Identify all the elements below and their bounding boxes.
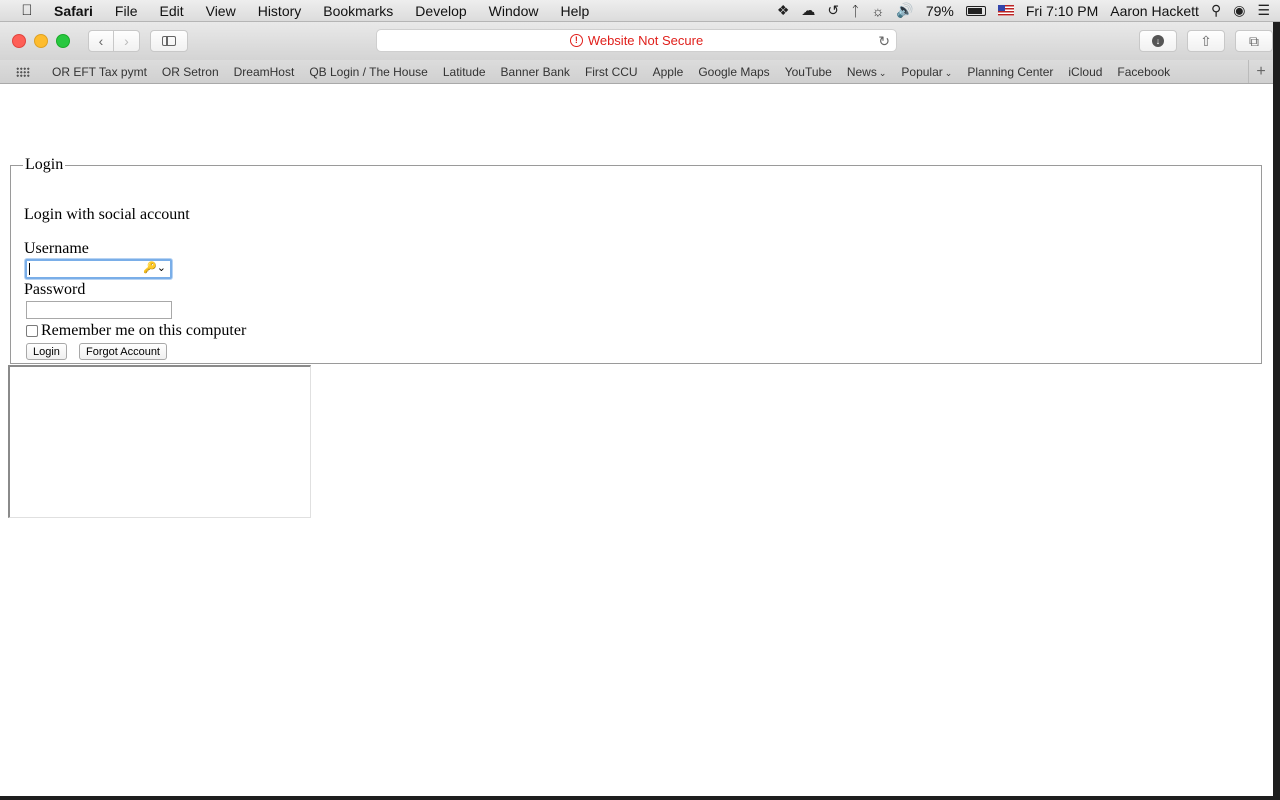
browser-toolbar: ‹ › ! Website Not Secure ↻ ↓ ⇧ ⧉ bbox=[0, 22, 1273, 60]
password-label: Password bbox=[24, 281, 86, 298]
menu-bookmarks[interactable]: Bookmarks bbox=[323, 3, 393, 19]
bookmark-first-ccu[interactable]: First CCU bbox=[585, 65, 638, 79]
warning-icon: ! bbox=[569, 34, 583, 47]
chevron-down-icon: ⌄ bbox=[944, 67, 953, 78]
download-icon: ↓ bbox=[1152, 35, 1164, 47]
bookmark-planning-center[interactable]: Planning Center bbox=[967, 65, 1053, 79]
share-icon: ⇧ bbox=[1200, 32, 1212, 49]
navigation-buttons: ‹ › bbox=[88, 30, 140, 52]
macos-menu-bar:  Safari File Edit View History Bookmark… bbox=[0, 0, 1280, 22]
bookmark-youtube[interactable]: YouTube bbox=[785, 65, 832, 79]
fullscreen-window-button[interactable] bbox=[56, 34, 70, 48]
bookmarks-bar: OR EFT Tax pymt OR Setron DreamHost QB L… bbox=[0, 60, 1273, 84]
text-caret bbox=[29, 263, 30, 275]
menu-help[interactable]: Help bbox=[560, 3, 589, 19]
creative-cloud-icon[interactable]: ☁ bbox=[801, 2, 815, 19]
bookmark-or-eft[interactable]: OR EFT Tax pymt bbox=[52, 65, 147, 79]
forgot-account-button[interactable]: Forgot Account bbox=[79, 343, 167, 360]
back-button[interactable]: ‹ bbox=[88, 30, 114, 52]
downloads-button[interactable]: ↓ bbox=[1139, 30, 1177, 52]
password-input[interactable] bbox=[26, 301, 172, 319]
tabs-overview-button[interactable]: ⧉ bbox=[1235, 30, 1273, 52]
chevron-left-icon: ‹ bbox=[98, 33, 104, 49]
tabs-icon: ⧉ bbox=[1249, 32, 1259, 49]
login-fieldset: Login Login with social account Username… bbox=[10, 156, 1262, 364]
bookmark-or-setron[interactable]: OR Setron bbox=[162, 65, 219, 79]
battery-percent[interactable]: 79% bbox=[926, 3, 954, 19]
login-legend: Login bbox=[25, 156, 64, 173]
address-text: Website Not Secure bbox=[587, 33, 704, 48]
spotlight-search-icon[interactable]: ⚲ bbox=[1211, 2, 1221, 19]
status-area: ❖ ☁ ↺ ᛏ ☼ 🔊 79% Fri 7:10 PM Aaron Hacket… bbox=[777, 2, 1280, 19]
bookmark-google-maps[interactable]: Google Maps bbox=[698, 65, 769, 79]
menu-edit[interactable]: Edit bbox=[159, 3, 183, 19]
bookmark-dreamhost[interactable]: DreamHost bbox=[234, 65, 295, 79]
sidebar-toggle-button[interactable] bbox=[150, 30, 188, 52]
menu-file[interactable]: File bbox=[115, 3, 138, 19]
close-window-button[interactable] bbox=[12, 34, 26, 48]
time-machine-icon[interactable]: ↺ bbox=[827, 2, 839, 19]
toolbar-right: ↓ ⇧ ⧉ bbox=[1139, 30, 1273, 52]
clock[interactable]: Fri 7:10 PM bbox=[1026, 3, 1098, 19]
login-button[interactable]: Login bbox=[26, 343, 67, 360]
menu-safari[interactable]: Safari bbox=[54, 3, 93, 19]
volume-icon[interactable]: 🔊 bbox=[896, 2, 913, 19]
menu-window[interactable]: Window bbox=[489, 3, 539, 19]
notification-center-icon[interactable]: ☰ bbox=[1257, 2, 1270, 19]
chevron-down-icon: ⌄ bbox=[878, 67, 887, 78]
sidebar-icon bbox=[162, 36, 176, 46]
bookmark-banner-bank[interactable]: Banner Bank bbox=[501, 65, 570, 79]
menu-history[interactable]: History bbox=[258, 3, 302, 19]
bookmark-folder-news[interactable]: News ⌄ bbox=[847, 65, 887, 79]
minimize-window-button[interactable] bbox=[34, 34, 48, 48]
window-controls bbox=[12, 34, 70, 48]
address-bar[interactable]: ! Website Not Secure ↻ bbox=[376, 29, 897, 52]
social-login-text: Login with social account bbox=[24, 206, 190, 223]
menu-develop[interactable]: Develop bbox=[415, 3, 466, 19]
remember-me-checkbox[interactable] bbox=[26, 325, 38, 337]
bluetooth-icon[interactable]: ᛏ bbox=[851, 3, 859, 19]
wifi-icon[interactable]: ☼ bbox=[872, 3, 885, 19]
user-name[interactable]: Aaron Hackett bbox=[1110, 3, 1199, 19]
battery-icon[interactable] bbox=[965, 5, 986, 16]
empty-frame bbox=[8, 365, 311, 518]
username-input[interactable]: 🔑⌄ bbox=[25, 259, 172, 279]
new-tab-button[interactable]: + bbox=[1248, 60, 1273, 83]
dropbox-icon[interactable]: ❖ bbox=[777, 2, 790, 19]
share-button[interactable]: ⇧ bbox=[1187, 30, 1225, 52]
bookmark-apple[interactable]: Apple bbox=[653, 65, 684, 79]
username-label: Username bbox=[24, 240, 89, 257]
bookmark-latitude[interactable]: Latitude bbox=[443, 65, 486, 79]
input-source-flag-icon[interactable] bbox=[997, 5, 1014, 16]
bookmark-icloud[interactable]: iCloud bbox=[1068, 65, 1102, 79]
plus-icon: + bbox=[1256, 62, 1266, 80]
password-autofill-key-icon[interactable]: 🔑⌄ bbox=[143, 261, 166, 274]
remember-me-row: Remember me on this computer bbox=[26, 322, 246, 340]
forward-button[interactable]: › bbox=[114, 30, 140, 52]
bookmark-folder-popular-label: Popular bbox=[901, 64, 943, 79]
bookmark-folder-news-label: News bbox=[846, 64, 877, 79]
web-page: Login Login with social account Username… bbox=[0, 84, 1273, 796]
menu-view[interactable]: View bbox=[206, 3, 236, 19]
remember-me-label[interactable]: Remember me on this computer bbox=[41, 322, 246, 340]
reload-icon[interactable]: ↻ bbox=[878, 33, 890, 50]
bookmark-facebook[interactable]: Facebook bbox=[1117, 65, 1170, 79]
siri-icon[interactable]: ◉ bbox=[1233, 2, 1245, 19]
bookmark-qb-login[interactable]: QB Login / The House bbox=[309, 65, 428, 79]
bookmark-folder-popular[interactable]: Popular ⌄ bbox=[901, 65, 952, 79]
top-sites-grid-icon[interactable] bbox=[16, 66, 30, 77]
apple-menu-icon[interactable]:  bbox=[18, 2, 36, 19]
chevron-right-icon: › bbox=[124, 33, 129, 49]
